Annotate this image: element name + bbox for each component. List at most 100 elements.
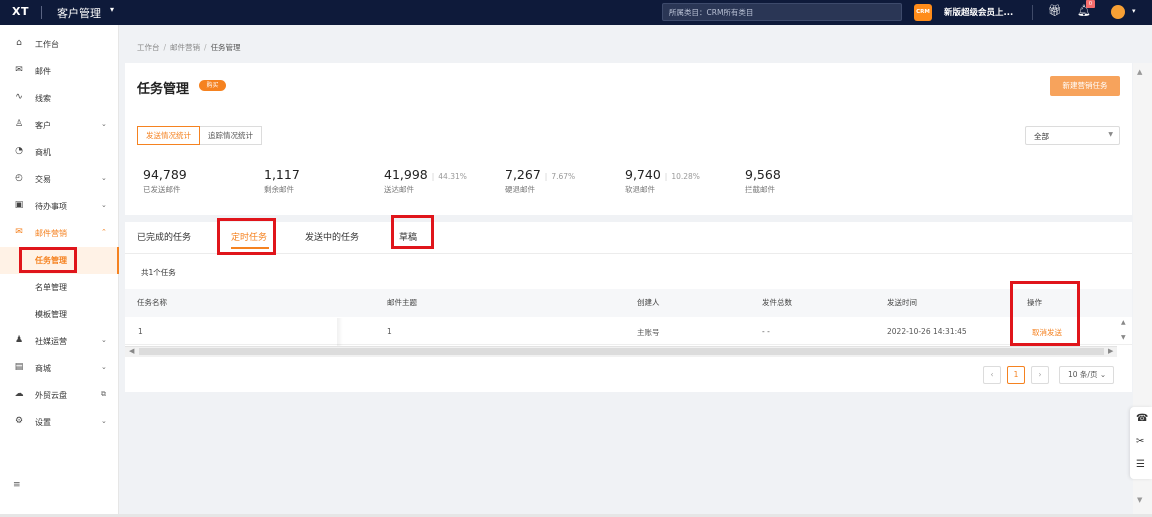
stat-label: 剩余邮件 [264, 185, 294, 194]
sidebar-item-label: 客户 [35, 121, 51, 130]
tools-icon[interactable]: ✂︎ [1136, 436, 1144, 447]
cell-total: - - [762, 327, 770, 336]
logo-divider [41, 6, 42, 19]
tab-send-stats[interactable]: 发送情况统计 [137, 126, 200, 145]
menu-icon[interactable]: ☰ [1136, 459, 1145, 470]
app-logo[interactable]: XT [12, 5, 29, 18]
chevron-down-icon[interactable]: ▾ [1132, 7, 1136, 15]
sidebar-item-label: 社媒运营 [35, 337, 67, 346]
tab-sending-tasks[interactable]: 发送中的任务 [305, 230, 359, 243]
sticky-column-shadow [337, 318, 343, 346]
stat-hard-bounce: 7,267 7.67% 硬退邮件 [505, 167, 575, 195]
cell-creator: 主账号 [637, 328, 660, 337]
sidebar-item-opportunities[interactable]: ◔ 商机 [0, 139, 119, 166]
sidebar-item-label: 邮件营销 [35, 229, 67, 238]
sidebar-item-label: 工作台 [35, 40, 59, 49]
prev-page-button[interactable]: ‹ [983, 366, 1001, 384]
breadcrumb-item[interactable]: 工作台 [137, 43, 160, 52]
tab-completed-tasks[interactable]: 已完成的任务 [137, 230, 191, 243]
opportunity-icon: ◔ [15, 146, 23, 156]
gift-icon[interactable]: 🎁︎ [1048, 4, 1062, 17]
sidebar-subitem-list-management[interactable]: 名单管理 [0, 274, 119, 301]
column-header: 邮件主题 [387, 298, 417, 307]
stat-remaining: 1,117 剩余邮件 [264, 167, 300, 195]
stat-percent: 44.31% [432, 172, 467, 181]
crm-icon[interactable]: CRM [914, 4, 932, 21]
category-search-input[interactable]: 所属类目：CRM所有类目 ⌕ [662, 3, 902, 21]
sidebar-item-deals[interactable]: ◴ 交易 ⌄ [0, 166, 119, 193]
sidebar-item-cloud-drive[interactable]: ☁ 外贸云盘 ⧉ [0, 382, 119, 409]
page-size-select[interactable]: 10 条/页 ⌄ [1059, 366, 1114, 384]
chevron-up-icon: ⌃ [101, 228, 107, 236]
cloud-icon: ☁ [14, 389, 24, 399]
buy-badge[interactable]: 购买 [199, 80, 226, 91]
sidebar-item-workbench[interactable]: ⌂ 工作台 [0, 31, 119, 58]
chevron-down-icon: ⌄ [101, 201, 107, 209]
gear-icon: ⚙ [14, 416, 24, 426]
tab-divider [125, 253, 1132, 254]
sidebar-subitem-template-management[interactable]: 模板管理 [0, 301, 119, 328]
filter-select[interactable]: 全部 ▼ [1025, 126, 1120, 145]
stat-percent: 7.67% [545, 172, 575, 181]
stat-value: 41,998 [384, 167, 428, 182]
deal-icon: ◴ [15, 173, 23, 183]
scrollbar-thumb[interactable] [139, 348, 1104, 355]
stat-label: 硬退邮件 [505, 185, 535, 194]
stat-value: 94,789 [143, 167, 187, 182]
breadcrumb-item[interactable]: 邮件营销 [170, 43, 200, 52]
stat-label: 已发送邮件 [143, 185, 181, 194]
scroll-down-icon[interactable]: ▼ [1121, 334, 1126, 341]
scroll-up-icon[interactable]: ▲ [1137, 68, 1142, 76]
sidebar-item-label: 外贸云盘 [35, 391, 67, 400]
app-switch-caret-icon[interactable]: ▾ [110, 5, 114, 14]
scroll-down-icon[interactable]: ▼ [1137, 496, 1142, 504]
scroll-left-icon[interactable]: ◀ [129, 347, 134, 355]
collapse-sidebar-icon[interactable]: ≡ [13, 480, 21, 490]
cell-task-name: 1 [138, 327, 143, 336]
sidebar-item-label: 模板管理 [35, 310, 67, 319]
sidebar-item-todos[interactable]: ▣ 待办事项 ⌄ [0, 193, 119, 220]
next-page-button[interactable]: › [1031, 366, 1049, 384]
stat-value: 9,740 [625, 167, 661, 182]
avatar[interactable] [1111, 5, 1125, 19]
promo-link[interactable]: 新版超级会员上... [944, 6, 1013, 18]
breadcrumb: 工作台 / 邮件营销 / 任务管理 [137, 43, 241, 52]
calendar-icon: ▣ [14, 200, 24, 210]
sidebar-item-label: 名单管理 [35, 283, 67, 292]
new-marketing-task-button[interactable]: 新建营销任务 [1050, 76, 1120, 96]
chevron-down-icon: ⌄ [101, 417, 107, 425]
mail-icon: ✉ [15, 65, 23, 75]
sidebar-item-mall[interactable]: ▤ 商城 ⌄ [0, 355, 119, 382]
page-number-button[interactable]: 1 [1007, 366, 1025, 384]
chevron-down-icon: ⌄ [101, 174, 107, 182]
column-header: 创建人 [637, 298, 660, 307]
leads-icon: ∿ [15, 92, 23, 102]
chevron-down-icon: ⌄ [101, 120, 107, 128]
sidebar-item-email-marketing[interactable]: ✉ 邮件营销 ⌃ [0, 220, 119, 247]
cell-send-time: 2022-10-26 14:31:45 [887, 327, 967, 336]
headset-icon[interactable]: ☎︎ [1136, 413, 1148, 424]
tab-tracking-stats[interactable]: 追踪情况统计 [200, 126, 262, 145]
stat-value: 9,568 [745, 167, 781, 182]
stat-label: 拦截邮件 [745, 185, 775, 194]
stat-percent: 10.28% [665, 172, 700, 181]
user-icon: ♙ [14, 119, 24, 129]
sidebar-item-label: 交易 [35, 175, 51, 184]
column-header: 发送时间 [887, 298, 917, 307]
stat-label: 送达邮件 [384, 185, 414, 194]
scroll-up-icon[interactable]: ▲ [1121, 319, 1126, 326]
sidebar-item-mail[interactable]: ✉ 邮件 [0, 58, 119, 85]
search-icon[interactable]: ⌕ [669, 7, 893, 17]
sidebar-item-customers[interactable]: ♙ 客户 ⌄ [0, 112, 119, 139]
stat-delivered: 41,998 44.31% 送达邮件 [384, 167, 467, 195]
scroll-right-icon[interactable]: ▶ [1108, 347, 1113, 355]
column-header: 任务名称 [137, 298, 167, 307]
sidebar-item-leads[interactable]: ∿ 线索 [0, 85, 119, 112]
stat-tabs: 发送情况统计 追踪情况统计 [137, 126, 262, 145]
sidebar-item-label: 邮件 [35, 67, 51, 76]
sidebar-item-social-media[interactable]: ♟ 社媒运营 ⌄ [0, 328, 119, 355]
highlight-box [391, 215, 434, 249]
table-row[interactable] [125, 318, 1132, 345]
sidebar-item-settings[interactable]: ⚙ 设置 ⌄ [0, 409, 119, 436]
app-title[interactable]: 客户管理 [57, 5, 101, 21]
